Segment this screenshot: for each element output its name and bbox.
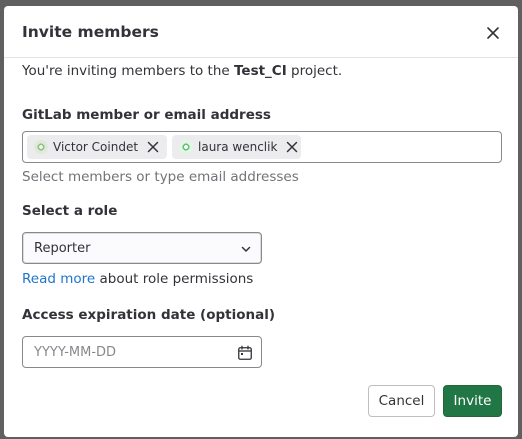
expiration-label: Access expiration date (optional) [22, 307, 276, 323]
chevron-down-icon [241, 246, 251, 252]
expiration-date-input[interactable]: YYYY-MM-DD [22, 336, 262, 368]
invite-button[interactable]: Invite [443, 385, 502, 417]
avatar [34, 140, 48, 154]
member-token: laura wenclik [172, 135, 301, 159]
modal-header: Invite members [4, 6, 518, 58]
project-name: Test_CI [234, 63, 287, 79]
remove-token-button[interactable] [284, 139, 300, 155]
cancel-button[interactable]: Cancel [368, 385, 435, 417]
member-token: Victor Coindet [27, 135, 167, 159]
members-help-text: Select members or type email addresses [22, 169, 299, 185]
intro-text: You're inviting members to the Test_CI p… [22, 63, 342, 79]
role-permissions-text: Read more about role permissions [22, 271, 253, 287]
remove-token-button[interactable] [145, 139, 161, 155]
read-more-link[interactable]: Read more [22, 271, 95, 287]
intro-suffix: project. [286, 63, 343, 79]
members-token-input[interactable]: Victor Coindet laura wenclik [22, 131, 502, 163]
date-placeholder: YYYY-MM-DD [34, 345, 117, 360]
close-icon [147, 141, 159, 153]
close-button[interactable] [482, 22, 504, 44]
role-select-value: Reporter [34, 241, 91, 256]
invite-members-modal: Invite members You're inviting members t… [4, 6, 518, 437]
modal-title: Invite members [22, 23, 159, 41]
close-icon [487, 27, 499, 39]
intro-prefix: You're inviting members to the [22, 63, 234, 79]
read-more-suffix: about role permissions [95, 271, 254, 287]
role-label: Select a role [22, 203, 118, 219]
member-token-name: laura wenclik [198, 140, 278, 154]
avatar [179, 140, 193, 154]
calendar-icon[interactable] [237, 345, 253, 361]
member-token-name: Victor Coindet [53, 140, 139, 154]
close-icon [287, 141, 298, 153]
members-label: GitLab member or email address [22, 107, 271, 123]
role-select[interactable]: Reporter [22, 232, 262, 264]
